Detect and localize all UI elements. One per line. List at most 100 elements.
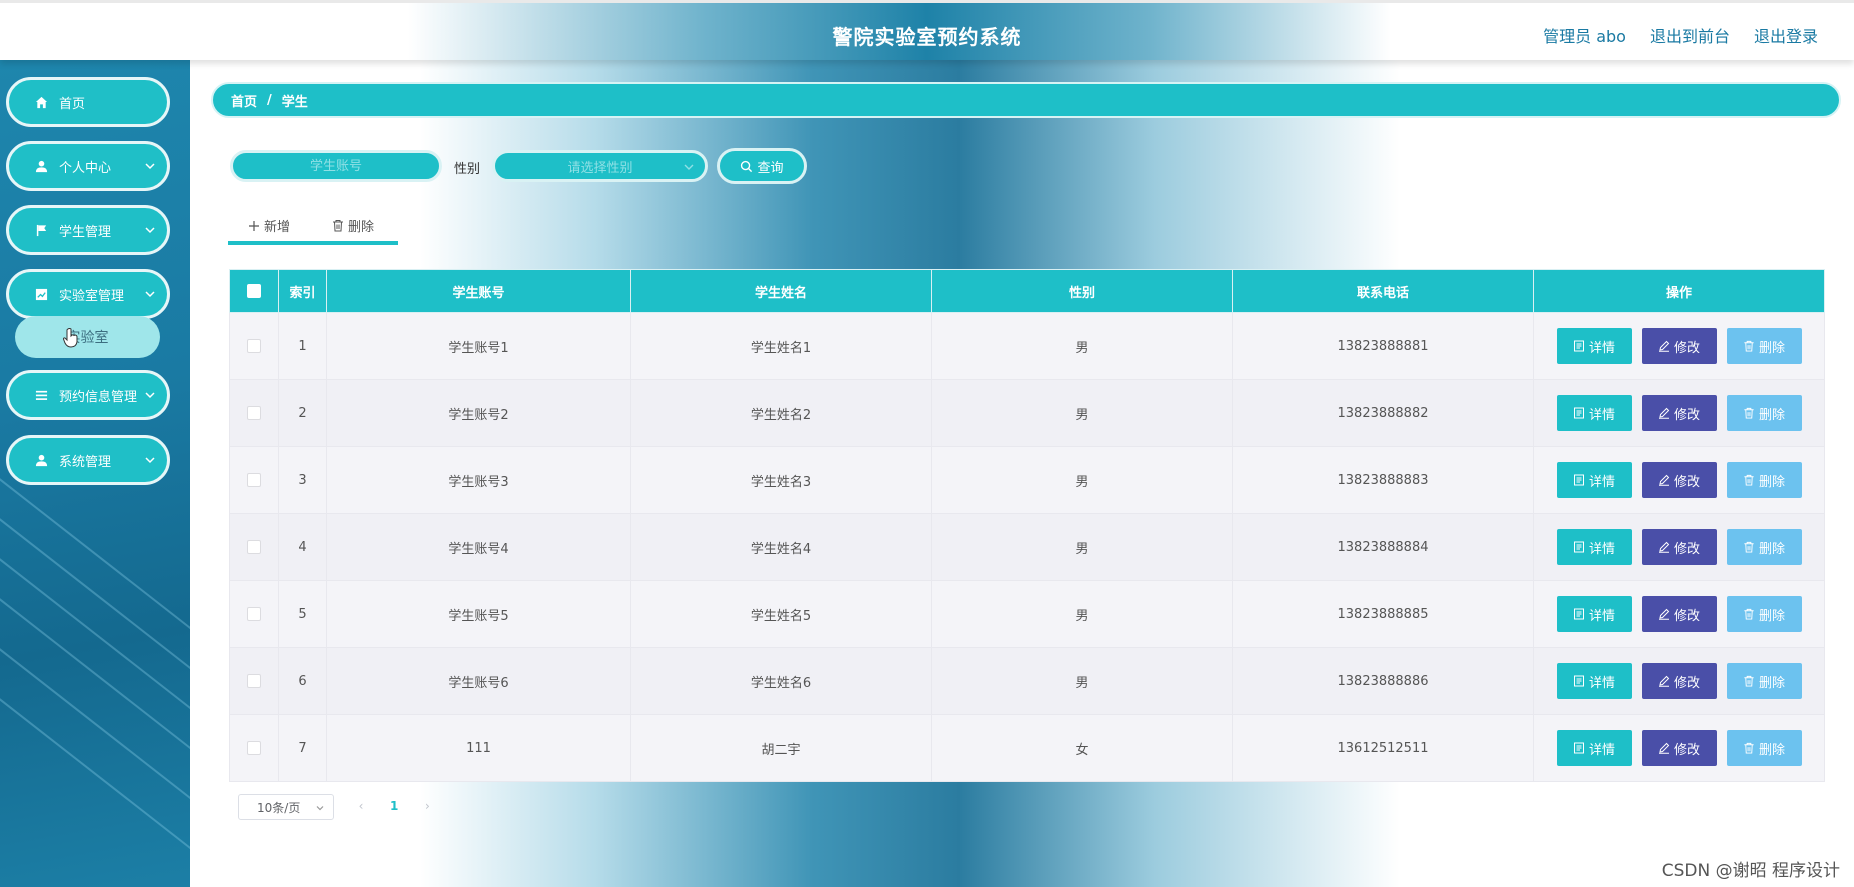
delete-button[interactable]: 删除 <box>1726 395 1802 431</box>
trash-icon <box>333 220 343 232</box>
pencil-icon <box>1658 675 1670 687</box>
detail-button[interactable]: 详情 <box>1556 730 1632 766</box>
trash-icon <box>1744 608 1754 620</box>
sidebar-item-label: 学生管理 <box>59 224 112 240</box>
user-icon <box>33 452 49 468</box>
detail-button[interactable]: 详情 <box>1556 529 1632 565</box>
breadcrumb-separator: / <box>267 92 272 108</box>
row-actions: 详情 修改 删除 <box>1533 647 1825 715</box>
gender-select[interactable]: 请选择性别 <box>492 150 708 182</box>
table-row: 7 111 胡二宇女 13612512511 详情 修改 删除 <box>229 714 1825 782</box>
breadcrumb-home[interactable]: 首页 <box>231 91 257 110</box>
pagination: ‹ 1 › <box>354 796 434 816</box>
row-name: 学生姓名5 <box>630 580 932 648</box>
sidebar-item-reservation-management[interactable]: 预约信息管理 <box>6 370 170 420</box>
row-account: 学生账号2 <box>326 379 631 447</box>
admin-user-link[interactable]: 管理员 abo <box>1543 23 1626 47</box>
exit-to-front-link[interactable]: 退出到前台 <box>1650 23 1730 47</box>
sidebar-item-system-management[interactable]: 系统管理 <box>6 435 170 485</box>
delete-button[interactable]: 删除 <box>1726 328 1802 364</box>
sidebar-item-student-management[interactable]: 学生管理 <box>6 205 170 255</box>
query-button[interactable]: 查询 <box>717 148 807 184</box>
edit-button[interactable]: 修改 <box>1641 663 1717 699</box>
delete-button[interactable]: 删除 <box>1726 596 1802 632</box>
batch-delete-label: 删除 <box>348 220 375 235</box>
row-name: 学生姓名1 <box>630 312 932 380</box>
detail-button[interactable]: 详情 <box>1556 328 1632 364</box>
document-icon <box>1573 608 1584 620</box>
batch-delete-button[interactable]: 删除 <box>332 216 374 235</box>
page-size-select[interactable]: 10条/页 <box>238 794 334 820</box>
sidebar-item-lab-management[interactable]: 实验室管理 <box>6 269 170 319</box>
detail-button[interactable]: 详情 <box>1556 663 1632 699</box>
edit-button-label: 修改 <box>1673 608 1700 624</box>
edit-button[interactable]: 修改 <box>1641 596 1717 632</box>
chevron-down-icon <box>316 806 324 811</box>
row-gender: 男 <box>931 379 1233 447</box>
row-index: 2 <box>278 379 327 447</box>
pencil-icon <box>1658 608 1670 620</box>
delete-button[interactable]: 删除 <box>1726 663 1802 699</box>
row-account: 学生账号3 <box>326 446 631 514</box>
edit-button-label: 修改 <box>1673 474 1700 490</box>
row-actions: 详情 修改 删除 <box>1533 714 1825 782</box>
delete-button-label: 删除 <box>1758 474 1785 490</box>
row-actions: 详情 修改 删除 <box>1533 446 1825 514</box>
row-index: 6 <box>278 647 327 715</box>
edit-button[interactable]: 修改 <box>1641 462 1717 498</box>
row-name: 学生姓名4 <box>630 513 932 581</box>
row-account: 学生账号5 <box>326 580 631 648</box>
table-row: 6 学生账号6 学生姓名6 男 13823888886 详情 修改 删除 <box>229 647 1825 715</box>
edit-button[interactable]: 修改 <box>1641 730 1717 766</box>
sidebar-item-label: 预约信息管理 <box>59 389 138 405</box>
row-checkbox[interactable] <box>229 312 279 380</box>
edit-button-label: 修改 <box>1673 675 1700 691</box>
add-button[interactable]: 新增 <box>248 216 290 235</box>
row-checkbox[interactable] <box>229 580 279 648</box>
gender-select-placeholder: 请选择性别 <box>567 160 633 176</box>
row-name: 学生姓名3 <box>630 446 932 514</box>
page-number[interactable]: 1 <box>382 796 407 816</box>
prev-page-button[interactable]: ‹ <box>354 799 368 813</box>
next-page-button[interactable]: › <box>420 799 434 813</box>
edit-button[interactable]: 修改 <box>1641 395 1717 431</box>
plus-icon <box>249 220 259 231</box>
sidebar-item-label: 个人中心 <box>59 160 112 176</box>
edit-button-label: 修改 <box>1673 541 1700 557</box>
sidebar-item-personal-center[interactable]: 个人中心 <box>6 141 170 191</box>
detail-button-label: 详情 <box>1588 340 1615 356</box>
row-checkbox[interactable] <box>229 379 279 447</box>
table-row: 5 学生账号5 学生姓名5 男 13823888885 详情 修改 删除 <box>229 580 1825 648</box>
delete-button[interactable]: 删除 <box>1726 730 1802 766</box>
delete-button[interactable]: 删除 <box>1726 462 1802 498</box>
row-checkbox[interactable] <box>229 714 279 782</box>
row-checkbox[interactable] <box>229 446 279 514</box>
sidebar-subitem-lab[interactable]: 实验室 <box>15 316 160 358</box>
pencil-icon <box>1658 474 1670 486</box>
column-header-account: 学生账号 <box>326 269 631 313</box>
row-phone: 13823888884 <box>1232 513 1534 581</box>
delete-button[interactable]: 删除 <box>1726 529 1802 565</box>
sidebar-item-label: 首页 <box>59 96 86 112</box>
logout-link[interactable]: 退出登录 <box>1754 23 1818 47</box>
row-account: 学生账号1 <box>326 312 631 380</box>
row-phone: 13823888883 <box>1232 446 1534 514</box>
detail-button-label: 详情 <box>1588 608 1615 624</box>
row-checkbox[interactable] <box>229 513 279 581</box>
edit-button-label: 修改 <box>1673 407 1700 423</box>
document-icon <box>1573 407 1584 419</box>
detail-button[interactable]: 详情 <box>1556 395 1632 431</box>
row-checkbox[interactable] <box>229 647 279 715</box>
chevron-down-icon <box>145 163 155 170</box>
select-all-checkbox[interactable] <box>229 269 279 313</box>
edit-button[interactable]: 修改 <box>1641 529 1717 565</box>
edit-button[interactable]: 修改 <box>1641 328 1717 364</box>
detail-button[interactable]: 详情 <box>1556 596 1632 632</box>
detail-button[interactable]: 详情 <box>1556 462 1632 498</box>
student-account-search-input[interactable] <box>230 150 442 182</box>
sidebar-item-home[interactable]: 首页 <box>6 77 170 127</box>
row-phone: 13823888886 <box>1232 647 1534 715</box>
student-table: 索引 学生账号 学生姓名 性别 联系电话 操作 1 学生账号1 学生姓名1 男 1382… <box>229 269 1825 782</box>
delete-button-label: 删除 <box>1758 541 1785 557</box>
column-header-actions: 操作 <box>1533 269 1825 313</box>
